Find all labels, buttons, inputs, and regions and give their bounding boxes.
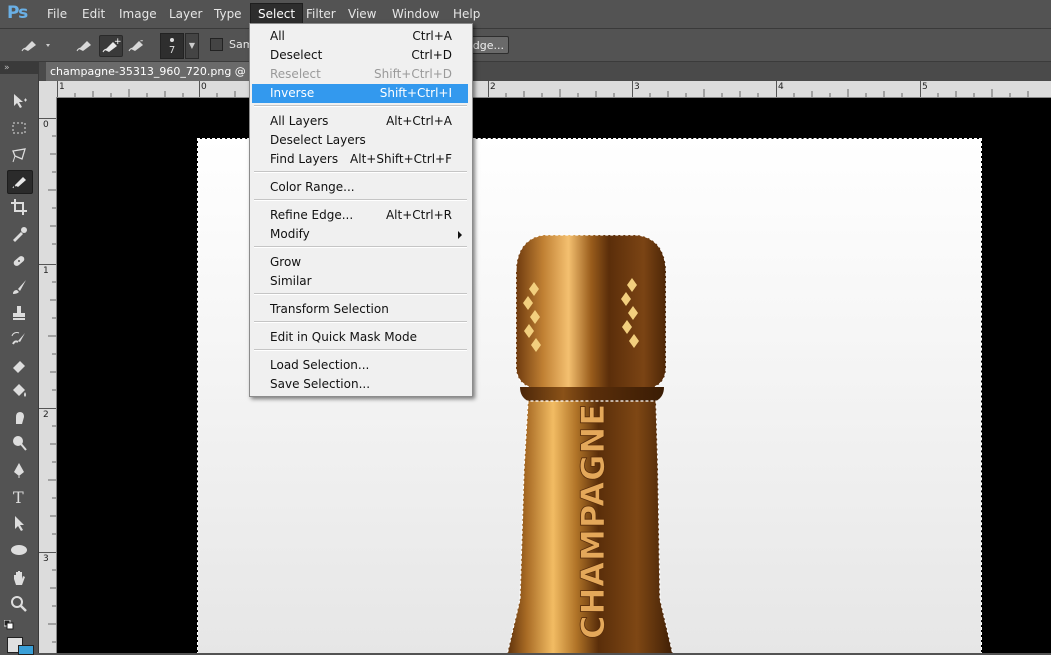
canvas-area[interactable]: CHAMPAGNE — [57, 98, 1051, 653]
menu-separator — [254, 321, 467, 323]
menu-window[interactable]: Window — [385, 4, 446, 24]
smudge-tool-icon[interactable] — [7, 406, 31, 428]
brush-dropdown-arrow-icon[interactable]: ▼ — [185, 33, 199, 59]
menu-separator — [254, 246, 467, 248]
submenu-arrow-icon — [458, 231, 462, 239]
zoom-tool-icon[interactable] — [7, 593, 31, 615]
menu-item-refine-edge[interactable]: Refine Edge... Alt+Ctrl+R — [252, 206, 468, 225]
crop-tool-icon[interactable] — [7, 196, 31, 218]
select-menu-dropdown: All Ctrl+A Deselect Ctrl+D Reselect Shif… — [249, 23, 473, 397]
menu-item-similar[interactable]: Similar — [252, 272, 468, 291]
menu-item-load-selection[interactable]: Load Selection... — [252, 356, 468, 375]
menu-help[interactable]: Help — [446, 4, 487, 24]
menu-separator — [254, 199, 467, 201]
move-tool-icon[interactable] — [7, 90, 31, 112]
menu-separator — [254, 171, 467, 173]
menu-item-all-layers[interactable]: All Layers Alt+Ctrl+A — [252, 112, 468, 131]
vertical-ruler[interactable]: 0 1 2 3 — [39, 97, 57, 653]
brush-dot-icon — [170, 38, 174, 42]
ellipse-tool-icon[interactable] — [7, 539, 31, 561]
menu-item-color-range[interactable]: Color Range... — [252, 178, 468, 197]
tools-panel-collapse-icon[interactable]: » — [0, 62, 38, 74]
menu-filter[interactable]: Filter — [299, 4, 343, 24]
hand-tool-icon[interactable] — [7, 567, 31, 589]
menu-edit[interactable]: Edit — [75, 4, 112, 24]
menu-file[interactable]: File — [40, 4, 74, 24]
menu-item-find-layers[interactable]: Find Layers Alt+Shift+Ctrl+F — [252, 150, 468, 169]
menu-separator — [254, 105, 467, 107]
menu-select[interactable]: Select — [250, 3, 304, 25]
path-selection-tool-icon[interactable] — [7, 512, 31, 534]
healing-brush-tool-icon[interactable] — [7, 250, 31, 272]
bottle-label-text: CHAMPAGNE — [574, 403, 612, 639]
menu-item-deselect-layers[interactable]: Deselect Layers — [252, 131, 468, 150]
quick-selection-tool-icon[interactable] — [7, 170, 33, 194]
type-tool-icon[interactable]: T — [7, 486, 31, 508]
pen-tool-icon[interactable] — [7, 459, 31, 481]
menu-item-inverse[interactable]: Inverse Shift+Ctrl+I — [252, 84, 468, 103]
menu-layer[interactable]: Layer — [162, 4, 209, 24]
eraser-tool-icon[interactable] — [7, 354, 31, 376]
marquee-tool-icon[interactable] — [7, 117, 31, 139]
menu-item-save-selection[interactable]: Save Selection... — [252, 375, 468, 394]
menu-type[interactable]: Type — [207, 4, 249, 24]
history-brush-tool-icon[interactable] — [7, 328, 31, 350]
menu-item-transform-selection[interactable]: Transform Selection — [252, 300, 468, 319]
menu-item-reselect: Reselect Shift+Ctrl+D — [270, 67, 452, 81]
brush-tool-icon[interactable] — [7, 276, 31, 298]
horizontal-ruler[interactable]: 1 0 1 2 3 4 5 — [39, 81, 1051, 98]
subtract-from-selection-icon[interactable]: - — [126, 35, 148, 55]
add-to-selection-icon[interactable]: + — [99, 35, 123, 57]
document-tab[interactable]: champagne-35313_960_720.png @ 200 — [46, 62, 251, 81]
clone-stamp-tool-icon[interactable] — [7, 302, 31, 324]
default-colors-icon[interactable] — [3, 619, 18, 632]
tools-panel: » T — [0, 62, 39, 655]
menu-item-all[interactable]: All Ctrl+A — [252, 27, 468, 46]
dodge-tool-icon[interactable] — [7, 432, 31, 454]
background-color-swatch[interactable] — [18, 645, 34, 655]
tool-preset-icon[interactable] — [20, 35, 50, 55]
menu-bar: Ps File Edit Image Layer Type Select Fil… — [0, 0, 1051, 29]
svg-text:+: + — [114, 37, 122, 47]
menu-image[interactable]: Image — [112, 4, 164, 24]
svg-text:T: T — [13, 488, 24, 506]
svg-text:-: - — [140, 36, 143, 46]
menu-item-grow[interactable]: Grow — [252, 253, 468, 272]
menu-item-modify[interactable]: Modify — [252, 225, 468, 244]
brush-size-value: 7 — [168, 45, 176, 56]
menu-separator — [254, 349, 467, 351]
brush-size-picker[interactable]: 7 — [160, 33, 184, 59]
menu-item-quick-mask[interactable]: Edit in Quick Mask Mode — [252, 328, 468, 347]
menu-separator — [254, 293, 467, 295]
photoshop-logo: Ps — [7, 3, 28, 23]
paint-bucket-tool-icon[interactable] — [7, 380, 31, 402]
eyedropper-tool-icon[interactable] — [7, 223, 31, 245]
menu-view[interactable]: View — [341, 4, 383, 24]
new-selection-icon[interactable] — [74, 35, 96, 55]
menu-item-deselect[interactable]: Deselect Ctrl+D — [252, 46, 468, 65]
options-bar: + - 7 ▼ Sam dge... — [0, 29, 1051, 62]
sample-all-layers-checkbox[interactable] — [210, 38, 223, 51]
lasso-tool-icon[interactable] — [7, 144, 31, 166]
